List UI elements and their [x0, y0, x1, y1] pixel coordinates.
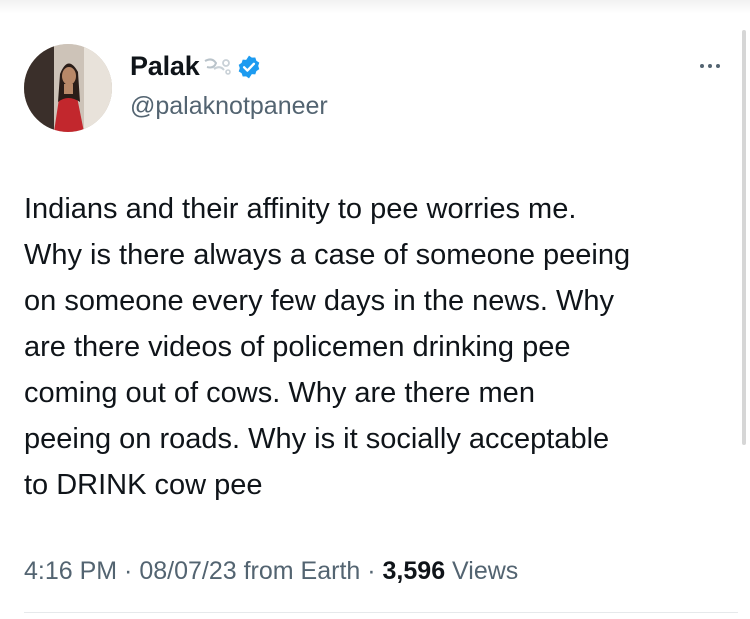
tweet-date[interactable]: 08/07/23	[139, 557, 236, 585]
top-fade	[0, 0, 750, 14]
author-handle[interactable]: @palaknotpaneer	[130, 92, 328, 121]
tweet-line: coming out of cows. Why are there men	[24, 377, 535, 409]
tweet-meta: 4:16 PM · 08/07/23 from Earth · 3,596 Vi…	[24, 557, 518, 586]
tweet-source: from Earth	[236, 557, 361, 585]
tweet-line: Indians and their affinity to pee worrie…	[24, 193, 577, 225]
tweet-line: peeing on roads. Why is it socially acce…	[24, 423, 610, 455]
meta-separator: ·	[360, 557, 383, 585]
author-name-row[interactable]: Palak	[130, 51, 262, 82]
more-dot	[716, 64, 720, 68]
more-horizontal-icon[interactable]	[700, 64, 720, 68]
more-dot	[700, 64, 704, 68]
verified-badge-icon[interactable]	[236, 54, 262, 80]
meta-separator: ·	[117, 557, 140, 585]
divider	[24, 612, 738, 613]
avatar[interactable]	[24, 44, 112, 132]
dash-emoji-icon	[202, 55, 232, 79]
views-count[interactable]: 3,596	[383, 557, 446, 585]
tweet-line: Why is there always a case of someone pe…	[24, 239, 631, 271]
views-label: Views	[445, 557, 519, 585]
tweet-line: to DRINK cow pee	[24, 469, 263, 501]
more-dot	[708, 64, 712, 68]
avatar-photo	[24, 44, 112, 132]
tweet-line: are there videos of policemen drinking p…	[24, 331, 571, 363]
tweet-text: Indians and their affinity to pee worrie…	[24, 186, 736, 508]
scrollbar[interactable]	[742, 30, 746, 445]
tweet-line: on someone every few days in the news. W…	[24, 285, 614, 317]
tweet-time[interactable]: 4:16 PM	[24, 557, 117, 585]
display-name[interactable]: Palak	[130, 51, 200, 82]
